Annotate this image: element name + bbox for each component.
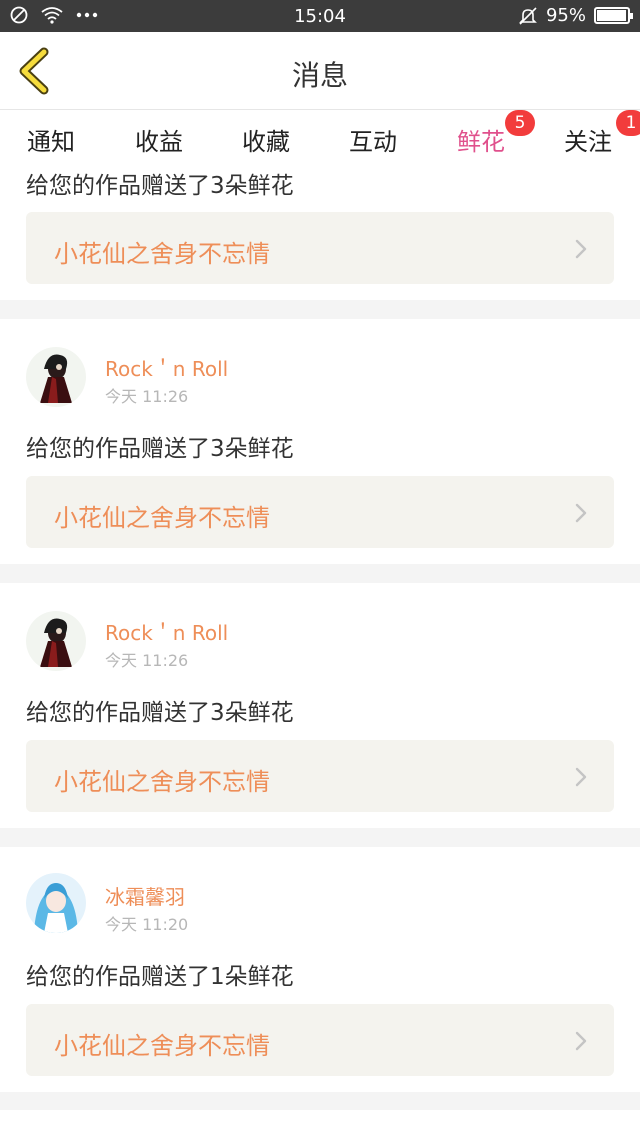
tab-follows[interactable]: 关注 1 bbox=[548, 110, 640, 157]
chevron-right-icon bbox=[575, 503, 587, 523]
gift-message: 给您的作品赠送了3朵鲜花 bbox=[26, 700, 294, 726]
battery-icon bbox=[594, 7, 633, 24]
sent-time: 今天 11:26 bbox=[105, 387, 189, 406]
avatar[interactable] bbox=[26, 611, 86, 671]
sent-time: 今天 11:20 bbox=[105, 915, 189, 934]
tab-label: 关注 bbox=[564, 128, 612, 156]
work-link[interactable]: 小花仙之舍身不忘情 bbox=[26, 740, 614, 812]
tab-bar: 通知 收益 收藏 互动 鲜花 5 关注 1 bbox=[0, 110, 640, 165]
flower-gift-item: Rock＇n Roll 今天 11:26 给您的作品赠送了3朵鲜花 小花仙之舍身… bbox=[0, 583, 640, 828]
flower-gift-item: Rock＇n Roll 今天 11:26 给您的作品赠送了3朵鲜花 小花仙之舍身… bbox=[0, 319, 640, 564]
work-link[interactable]: 小花仙之舍身不忘情 bbox=[26, 476, 614, 548]
work-title: 小花仙之舍身不忘情 bbox=[54, 504, 270, 532]
tab-interactions[interactable]: 互动 bbox=[333, 122, 413, 157]
work-link[interactable]: 小花仙之舍身不忘情 bbox=[26, 1004, 614, 1076]
tab-label: 收藏 bbox=[242, 128, 290, 156]
work-title: 小花仙之舍身不忘情 bbox=[54, 240, 270, 268]
avatar[interactable] bbox=[26, 873, 86, 933]
flower-gift-item bbox=[0, 1110, 640, 1138]
sent-time: 今天 11:26 bbox=[105, 651, 189, 670]
battery-fill bbox=[597, 10, 626, 21]
chevron-right-icon bbox=[575, 1031, 587, 1051]
tab-flowers[interactable]: 鲜花 5 bbox=[441, 110, 535, 165]
sender-username[interactable]: 冰霜馨羽 bbox=[105, 881, 185, 910]
tab-favorites[interactable]: 收藏 bbox=[226, 122, 306, 157]
status-bar: 15:04 95% bbox=[0, 0, 640, 32]
tab-label: 鲜花 bbox=[457, 128, 505, 156]
page-title: 消息 bbox=[291, 59, 348, 92]
work-title: 小花仙之舍身不忘情 bbox=[54, 1032, 270, 1060]
tab-earnings[interactable]: 收益 bbox=[119, 122, 199, 157]
flowers-count-badge: 5 bbox=[505, 110, 535, 136]
tab-label: 互动 bbox=[349, 128, 397, 156]
status-right-icons: 95% bbox=[518, 5, 633, 26]
work-title: 小花仙之舍身不忘情 bbox=[54, 768, 270, 796]
chevron-right-icon bbox=[575, 239, 587, 259]
tab-notifications[interactable]: 通知 bbox=[11, 122, 91, 157]
follows-count-badge: 1 bbox=[616, 110, 640, 136]
sender-username[interactable]: Rock＇n Roll bbox=[105, 617, 228, 646]
header-bar: 消息 bbox=[0, 32, 640, 110]
chevron-right-icon bbox=[575, 767, 587, 787]
avatar-image bbox=[26, 347, 86, 407]
flower-gift-item: 给您的作品赠送了3朵鲜花 小花仙之舍身不忘情 bbox=[0, 160, 640, 300]
gift-message: 给您的作品赠送了3朵鲜花 bbox=[26, 173, 294, 199]
tab-label: 通知 bbox=[27, 128, 75, 156]
gift-message: 给您的作品赠送了1朵鲜花 bbox=[26, 964, 294, 990]
sender-username[interactable]: Rock＇n Roll bbox=[105, 353, 228, 382]
avatar-image bbox=[26, 611, 86, 671]
flower-gift-item: 冰霜馨羽 今天 11:20 给您的作品赠送了1朵鲜花 小花仙之舍身不忘情 bbox=[0, 847, 640, 1092]
tab-label: 收益 bbox=[135, 128, 183, 156]
gift-message: 给您的作品赠送了3朵鲜花 bbox=[26, 436, 294, 462]
avatar[interactable] bbox=[26, 347, 86, 407]
avatar-image bbox=[26, 873, 86, 933]
work-link[interactable]: 小花仙之舍身不忘情 bbox=[26, 212, 614, 284]
battery-percent: 95% bbox=[545, 5, 586, 26]
bell-off-icon bbox=[519, 6, 537, 25]
